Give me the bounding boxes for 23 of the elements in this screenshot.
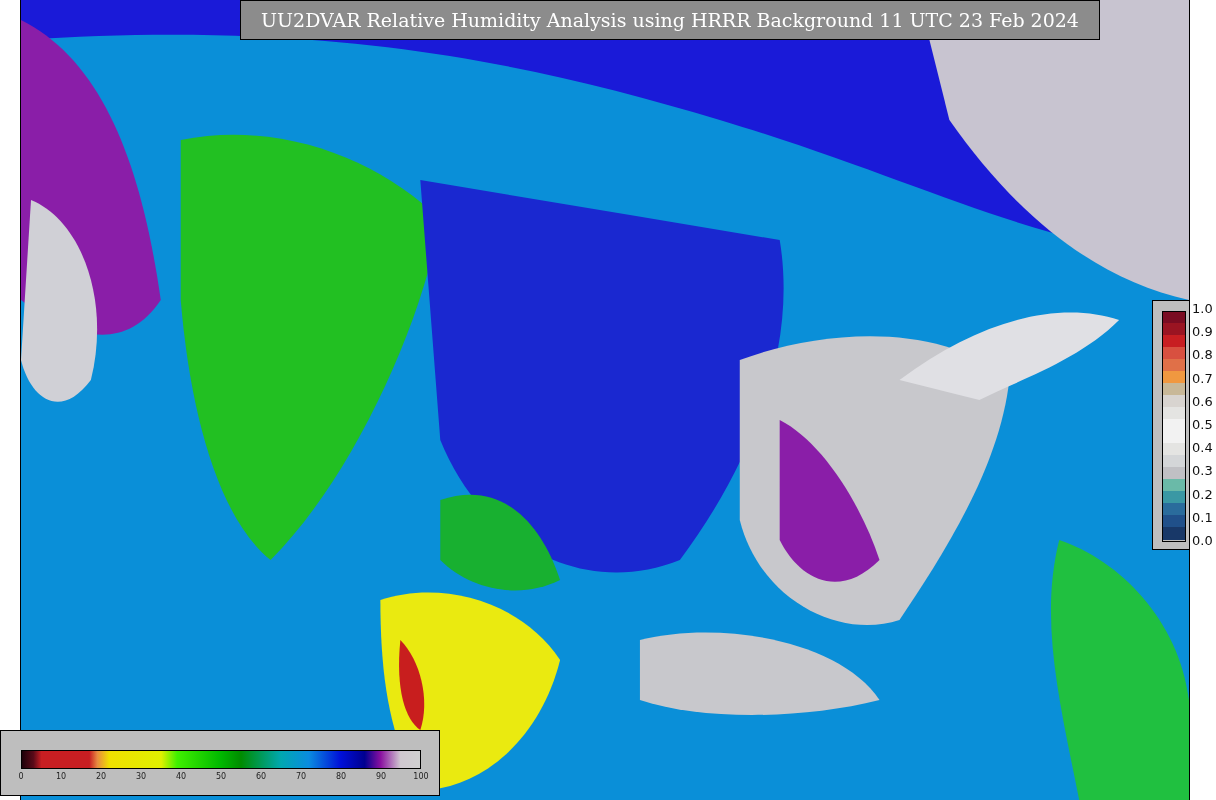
scale-label: 90 bbox=[375, 772, 387, 782]
scale-label: 0.5 bbox=[1192, 416, 1213, 432]
map-title: UU2DVAR Relative Humidity Analysis using HRRR Background 11 UTC 23 Feb 2024 bbox=[240, 0, 1100, 40]
scale-label: 0 bbox=[18, 772, 24, 782]
scale-label: 100 bbox=[413, 772, 429, 782]
scale-label: 60 bbox=[255, 772, 267, 782]
scale-label: 0.3 bbox=[1192, 463, 1213, 479]
scale-label: 70 bbox=[295, 772, 307, 782]
scale-label: 10 bbox=[55, 772, 67, 782]
scale-label: 20 bbox=[95, 772, 107, 782]
scale-label: 1.0 bbox=[1192, 301, 1213, 316]
scale-label: 0.8 bbox=[1192, 347, 1213, 363]
scale-label: 0.1 bbox=[1192, 509, 1213, 525]
scale-label: 0.2 bbox=[1192, 486, 1213, 502]
scale-label: 0.6 bbox=[1192, 393, 1213, 409]
scale-label: 80 bbox=[335, 772, 347, 782]
scale-label: 30 bbox=[135, 772, 147, 782]
scale-label: 0.7 bbox=[1192, 370, 1213, 386]
scale-label: 40 bbox=[175, 772, 187, 782]
scale-label: 0.9 bbox=[1192, 324, 1213, 340]
scale-label: 50 bbox=[215, 772, 227, 782]
scale-label: 0.0 bbox=[1192, 532, 1213, 548]
scale-label: 0.4 bbox=[1192, 440, 1213, 456]
